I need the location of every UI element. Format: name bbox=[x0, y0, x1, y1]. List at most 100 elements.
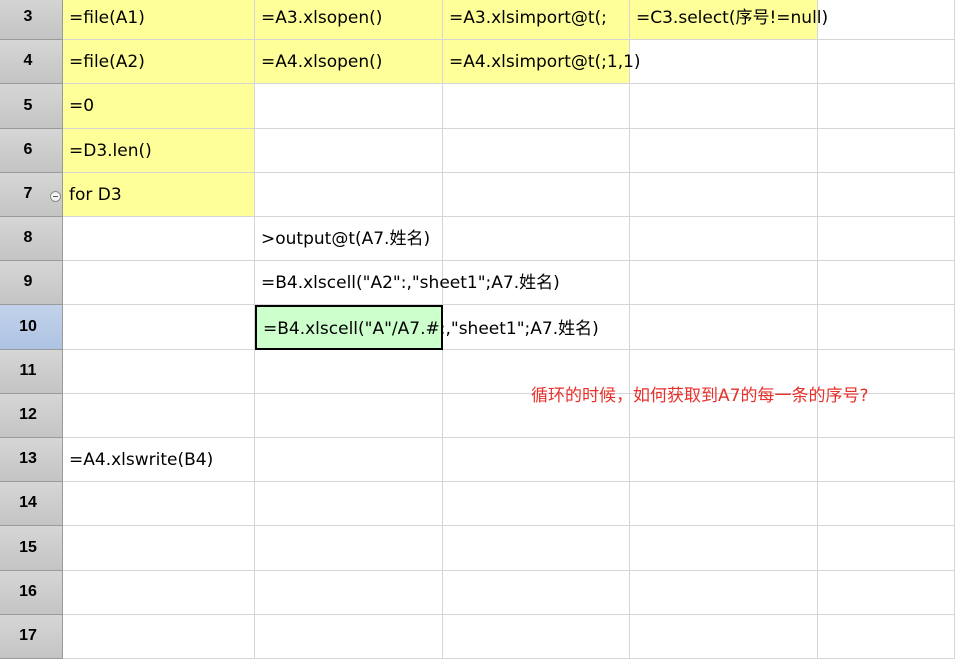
row-header-5[interactable]: 5 bbox=[0, 84, 63, 129]
row-header-9[interactable]: 9 bbox=[0, 261, 63, 305]
row-header-4[interactable]: 4 bbox=[0, 40, 63, 84]
cell-D15[interactable] bbox=[630, 526, 818, 571]
row-header-14[interactable]: 14 bbox=[0, 482, 63, 526]
row-header-6[interactable]: 6 bbox=[0, 129, 63, 173]
cell-E10[interactable] bbox=[818, 305, 955, 350]
cell-A6[interactable]: =D3.len() bbox=[63, 129, 255, 173]
cell-text: for D3 bbox=[69, 185, 122, 205]
cell-D14[interactable] bbox=[630, 482, 818, 526]
cell-C17[interactable] bbox=[443, 615, 630, 659]
row-number: 14 bbox=[19, 494, 37, 511]
cell-E6[interactable] bbox=[818, 129, 955, 173]
row-number: 13 bbox=[19, 450, 37, 467]
cell-A13[interactable]: =A4.xlswrite(B4) bbox=[63, 438, 255, 482]
collapse-icon[interactable] bbox=[50, 191, 61, 202]
cell-C9[interactable] bbox=[443, 261, 630, 305]
spreadsheet-grid: 3 =file(A1) =A3.xlsopen() =A3.xlsimport@t(;… bbox=[0, 0, 955, 659]
cell-B3[interactable]: =A3.xlsopen() bbox=[255, 0, 443, 40]
cell-B10[interactable]: =B4.xlscell("A"/A7.#:,"sheet1";A7.姓名) bbox=[255, 305, 599, 350]
cell-A11[interactable] bbox=[63, 350, 255, 394]
question-comment: 循环的时候，如何获取到A7的每一条的序号? bbox=[531, 386, 869, 406]
cell-B16[interactable] bbox=[255, 571, 443, 615]
cell-A9[interactable] bbox=[63, 261, 255, 305]
cell-text: =A4.xlsopen() bbox=[261, 52, 383, 72]
row-number: 5 bbox=[23, 97, 33, 114]
cell-B7[interactable] bbox=[255, 173, 443, 217]
row-header-16[interactable]: 16 bbox=[0, 571, 63, 615]
cell-A5[interactable]: =0 bbox=[63, 84, 255, 129]
cell-B11[interactable] bbox=[255, 350, 443, 394]
cell-A14[interactable] bbox=[63, 482, 255, 526]
cell-text: =A4.xlsimport@t(;1,1) bbox=[449, 52, 641, 72]
cell-E8[interactable] bbox=[818, 217, 955, 261]
cell-C14[interactable] bbox=[443, 482, 630, 526]
cell-B6[interactable] bbox=[255, 129, 443, 173]
row-header-17[interactable]: 17 bbox=[0, 615, 63, 659]
cell-E14[interactable] bbox=[818, 482, 955, 526]
cell-E16[interactable] bbox=[818, 571, 955, 615]
row-header-11[interactable]: 11 bbox=[0, 350, 63, 394]
row-header-13[interactable]: 13 bbox=[0, 438, 63, 482]
row-number: 11 bbox=[19, 362, 37, 379]
cell-D17[interactable] bbox=[630, 615, 818, 659]
cell-D10[interactable] bbox=[630, 305, 818, 350]
cell-E15[interactable] bbox=[818, 526, 955, 571]
cell-B8[interactable]: >output@t(A7.姓名) bbox=[255, 217, 443, 261]
row-header-3[interactable]: 3 bbox=[0, 0, 63, 40]
cell-A4[interactable]: =file(A2) bbox=[63, 40, 255, 84]
cell-D3[interactable]: =C3.select(序号!=null) bbox=[630, 0, 828, 40]
cell-C8[interactable] bbox=[443, 217, 630, 261]
cell-C4[interactable]: =A4.xlsimport@t(;1,1) bbox=[443, 40, 641, 84]
row-header-8[interactable]: 8 bbox=[0, 217, 63, 261]
row-header-15[interactable]: 15 bbox=[0, 526, 63, 571]
cell-B17[interactable] bbox=[255, 615, 443, 659]
cell-A7[interactable]: for D3 bbox=[63, 173, 255, 217]
row-header-12[interactable]: 12 bbox=[0, 394, 63, 438]
cell-B14[interactable] bbox=[255, 482, 443, 526]
cell-D16[interactable] bbox=[630, 571, 818, 615]
cell-C3[interactable]: =A3.xlsimport@t(; bbox=[443, 0, 630, 40]
cell-C15[interactable] bbox=[443, 526, 630, 571]
row-number: 15 bbox=[19, 539, 37, 556]
cell-A10[interactable] bbox=[63, 305, 255, 350]
cell-E13[interactable] bbox=[818, 438, 955, 482]
cell-D13[interactable] bbox=[630, 438, 818, 482]
cell-B13[interactable] bbox=[255, 438, 443, 482]
cell-B12[interactable] bbox=[255, 394, 443, 438]
cell-D7[interactable] bbox=[630, 173, 818, 217]
cell-A8[interactable] bbox=[63, 217, 255, 261]
cell-B5[interactable] bbox=[255, 84, 443, 129]
cell-E7[interactable] bbox=[818, 173, 955, 217]
cell-B15[interactable] bbox=[255, 526, 443, 571]
row-number: 4 bbox=[23, 52, 33, 69]
cell-D4[interactable] bbox=[630, 40, 818, 84]
cell-A17[interactable] bbox=[63, 615, 255, 659]
cell-E5[interactable] bbox=[818, 84, 955, 129]
cell-E17[interactable] bbox=[818, 615, 955, 659]
row-header-10[interactable]: 10 bbox=[0, 305, 63, 350]
cell-C13[interactable] bbox=[443, 438, 630, 482]
cell-C6[interactable] bbox=[443, 129, 630, 173]
cell-C7[interactable] bbox=[443, 173, 630, 217]
cell-text: =A4.xlswrite(B4) bbox=[69, 450, 214, 470]
cell-D6[interactable] bbox=[630, 129, 818, 173]
cell-D8[interactable] bbox=[630, 217, 818, 261]
cell-text: =D3.len() bbox=[69, 141, 152, 161]
cell-A15[interactable] bbox=[63, 526, 255, 571]
row-number: 9 bbox=[23, 273, 33, 290]
cell-A16[interactable] bbox=[63, 571, 255, 615]
cell-D5[interactable] bbox=[630, 84, 818, 129]
row-number: 6 bbox=[23, 141, 33, 158]
cell-E4[interactable] bbox=[818, 40, 955, 84]
cell-E9[interactable] bbox=[818, 261, 955, 305]
cell-B9[interactable]: =B4.xlscell("A2":,"sheet1";A7.姓名) bbox=[255, 261, 560, 305]
cell-A12[interactable] bbox=[63, 394, 255, 438]
cell-C16[interactable] bbox=[443, 571, 630, 615]
row-number: 7 bbox=[23, 185, 33, 202]
cell-A3[interactable]: =file(A1) bbox=[63, 0, 255, 40]
cell-E3[interactable] bbox=[818, 0, 955, 40]
cell-D9[interactable] bbox=[630, 261, 818, 305]
cell-B4[interactable]: =A4.xlsopen() bbox=[255, 40, 443, 84]
cell-C5[interactable] bbox=[443, 84, 630, 129]
row-header-7[interactable]: 7 bbox=[0, 173, 63, 217]
